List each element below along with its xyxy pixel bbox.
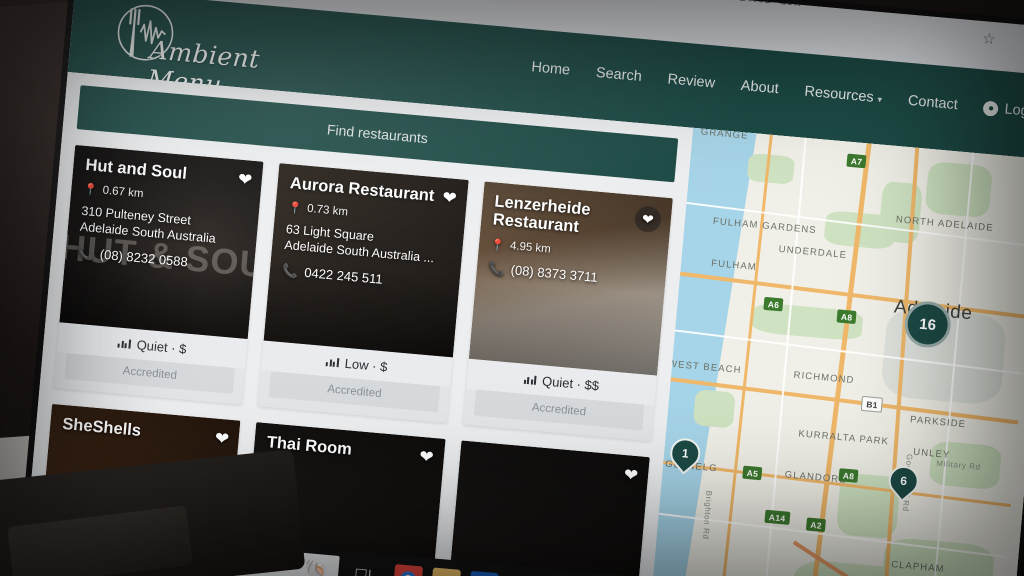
search-label: Find restaurants [326,121,429,147]
map-road-shield: A14 [764,509,790,525]
file-explorer-icon[interactable] [430,567,462,576]
outlook-icon[interactable] [468,570,499,576]
restaurant-photo: ❤ [445,440,650,576]
nav-item-search[interactable]: Search [595,65,642,85]
restaurant-card[interactable]: HUT & SOUL Hut and Soul 📍 0.67 km 310 Pu… [53,144,264,405]
restaurant-card[interactable]: ❤ [445,440,650,576]
restaurant-card[interactable]: Lenzerheide Restaurant 📍 4.95 km 📞 (08) … [462,181,673,442]
favorite-heart-icon[interactable]: ❤ [623,465,639,486]
location-pin-icon: 📍 [82,184,99,198]
favorite-heart-icon[interactable]: ❤ [442,188,458,209]
location-pin-icon: 📍 [287,202,303,216]
login-label: Log in [1003,101,1024,120]
user-circle-icon: ● [982,100,1000,117]
nav-item-contact[interactable]: Contact [907,93,958,113]
favorite-heart-icon[interactable]: ❤ [418,447,435,468]
nav-item-review[interactable]: Review [667,71,716,91]
map-park [746,152,796,185]
favorite-heart-icon[interactable]: ❤ [237,170,253,191]
map-park [692,389,736,429]
nav-item-about[interactable]: About [740,78,779,97]
restaurant-address: 310 Pulteney Street Adelaide South Austr… [79,204,248,250]
map-label-street: Brighton Rd [701,490,714,540]
restaurant-address: 63 Light Square Adelaide South Australia… [284,223,453,269]
map-road-shield: B1 [860,395,884,413]
map-road-shield: A6 [763,296,784,312]
restaurant-distance: 0.73 km [306,203,349,219]
shell-icon[interactable]: 🐚 [302,557,329,576]
map-canvas[interactable]: GRANGE FULHAM GARDENS FULHAM UNDERDALE N… [648,127,1024,576]
nav-item-home[interactable]: Home [531,59,571,78]
map-label-suburb: KURRALTA PARK [797,428,890,448]
map-park [924,160,993,219]
favorite-heart-icon[interactable]: ❤ [214,429,230,450]
restaurant-photo: HUT & SOUL Hut and Soul 📍 0.67 km 310 Pu… [59,144,264,340]
restaurant-distance: 0.67 km [102,185,144,201]
login-button[interactable]: ● Log in [982,100,1024,121]
restaurant-info: Hut and Soul 📍 0.67 km 310 Pulteney Stre… [77,156,253,275]
noise-and-price: Low · $ [344,355,389,375]
main-nav: Home Search Review About Resources ▾ Cont… [531,59,1024,121]
restaurant-photo: Aurora Restaurant 📍 0.73 km 63 Light Squ… [263,163,469,358]
task-view-icon[interactable]: ☐| [353,565,372,576]
map-road-shield: A8 [838,468,859,483]
address-bar-url[interactable]: ...level%5B%5D=Low [687,0,803,9]
noise-level-icon [523,374,537,385]
nav-item-resources-label: Resources [803,83,875,106]
noise-level-icon [117,338,132,349]
restaurant-distance: 4.95 km [509,239,552,256]
chevron-down-icon: ▾ [877,94,883,105]
map-road [750,127,812,576]
location-pin-icon: 📍 [490,239,506,253]
map-pin-count: 6 [899,473,908,489]
laptop-photo: Set as default ...level%5B%5D=Low ☆ ⟳ Am… [0,0,1024,576]
map-park [877,180,924,245]
restaurant-info: Lenzerheide Restaurant 📍 4.95 km 📞 (08) … [488,192,662,290]
map-road-shield: A8 [836,309,858,325]
restaurant-card[interactable]: Aurora Restaurant 📍 0.73 km 63 Light Squ… [258,163,469,424]
noise-and-price: Quiet · $$ [541,372,600,393]
map-road-shield: A5 [742,465,763,481]
photo-scrim [445,440,650,576]
map-road-shield: A2 [805,517,827,533]
phone-icon: 📞 [77,244,95,261]
chrome-icon[interactable] [392,564,424,576]
nav-item-resources[interactable]: Resources ▾ [804,84,883,107]
map-pin-marker[interactable]: 1 [664,432,707,480]
map-pin-count: 1 [681,446,690,461]
restaurant-info: Aurora Restaurant 📍 0.73 km 63 Light Squ… [282,174,458,293]
map-road-shield: A7 [846,153,867,169]
star-icon[interactable]: ☆ [982,29,997,48]
phone-icon: 📞 [281,262,300,279]
noise-and-price: Quiet · $ [136,336,188,357]
phone-icon: 📞 [487,260,506,277]
map-pane[interactable]: GRANGE FULHAM GARDENS FULHAM UNDERDALE N… [648,127,1024,576]
map-label-suburb: RICHMOND [793,369,855,387]
restaurant-photo: Lenzerheide Restaurant 📍 4.95 km 📞 (08) … [468,181,673,376]
noise-level-icon [326,357,340,367]
map-label-suburb: UNDERDALE [778,243,848,261]
map-pin-marker[interactable]: 6 [882,459,925,508]
